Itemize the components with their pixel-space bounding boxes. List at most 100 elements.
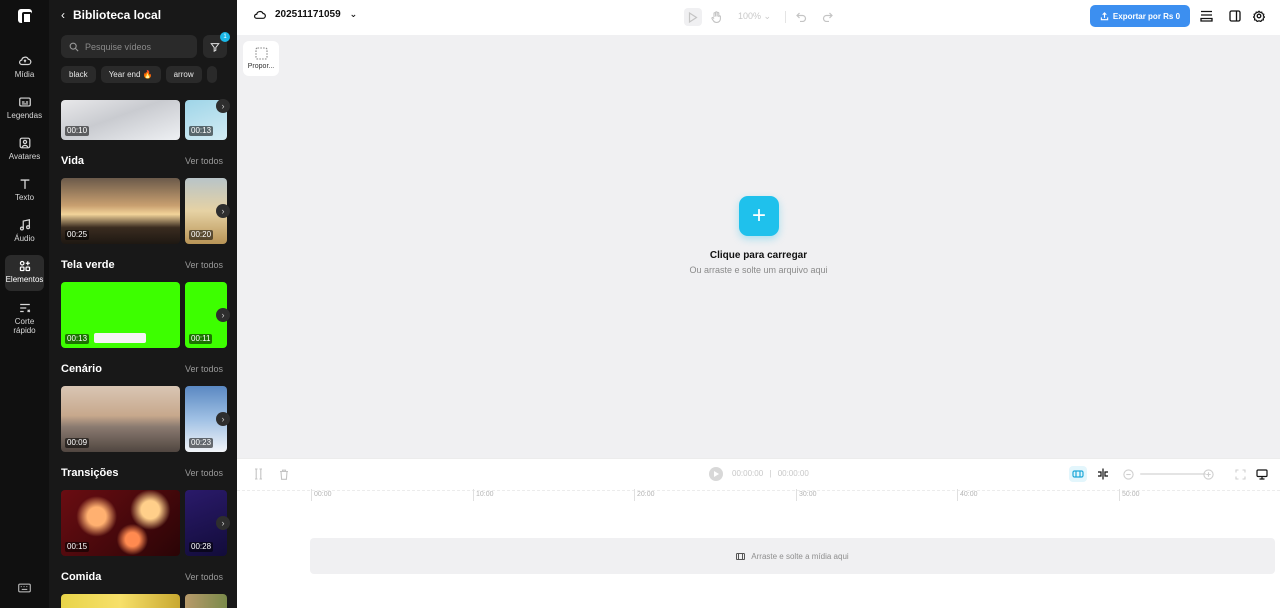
rail-item-avatars[interactable]: Avatares <box>5 132 44 168</box>
current-time: 00:00:00 <box>732 469 764 478</box>
music-icon <box>19 218 30 231</box>
carousel-next-icon[interactable]: › <box>216 99 230 113</box>
filter-icon <box>210 42 220 52</box>
export-icon <box>1100 11 1109 20</box>
search-input[interactable] <box>85 41 185 52</box>
video-thumbnail[interactable] <box>185 594 227 608</box>
zoom-in-icon[interactable] <box>1199 466 1217 482</box>
timeline-zoom-slider[interactable] <box>1140 473 1206 475</box>
rail-item-audio[interactable]: Áudio <box>5 214 44 250</box>
section-title-cenario: Cenário <box>61 363 102 375</box>
text-icon <box>20 179 29 189</box>
tag-chip[interactable]: Year end 🔥 <box>100 66 161 83</box>
top-bar: 202511171059 ⌄ 100% ⌄ Exportar por Rs 0 <box>237 0 1280 35</box>
scissors-icon <box>19 303 30 313</box>
left-rail: Mídia Legendas Avatares Texto Áudio Elem… <box>0 0 49 608</box>
carousel-next-icon[interactable]: › <box>216 204 230 218</box>
rail-item-text[interactable]: Texto <box>5 173 44 209</box>
video-thumbnail[interactable]: 00:15 <box>61 490 180 556</box>
section-title-vida: Vida <box>61 155 85 167</box>
split-screen-icon[interactable] <box>1094 466 1112 482</box>
rail-label: Texto <box>14 193 35 202</box>
video-duration: 00:28 <box>189 542 214 552</box>
rail-label: Legendas <box>6 111 43 120</box>
rail-label: Corte rápido <box>13 317 36 335</box>
video-thumbnail[interactable]: 00:10 <box>61 100 180 140</box>
section-title-tela-verde: Tela verde <box>61 259 115 271</box>
cloud-upload-icon <box>18 56 31 66</box>
fit-screen-icon[interactable] <box>1231 466 1249 482</box>
video-thumbnail[interactable] <box>61 594 180 608</box>
canvas-area[interactable]: Propor... + Clique para carregar Ou arra… <box>237 35 1280 458</box>
split-icon[interactable] <box>252 468 264 480</box>
keyboard-icon[interactable] <box>18 583 31 593</box>
settings-gear-icon[interactable] <box>1251 8 1267 24</box>
auto-snap-toggle[interactable] <box>1069 466 1087 482</box>
aspect-ratio-button[interactable]: Propor... <box>243 41 279 76</box>
tag-chip-more[interactable] <box>206 66 217 83</box>
video-duration: 00:15 <box>65 542 90 552</box>
hand-tool-icon[interactable] <box>707 8 725 26</box>
ruler-tick: 20:00 <box>634 489 655 501</box>
play-button[interactable] <box>709 467 723 481</box>
layers-icon[interactable] <box>1198 8 1214 24</box>
cloud-icon <box>253 10 266 19</box>
rail-item-media[interactable]: Mídia <box>5 50 44 86</box>
ruler-tick: 10:00 <box>473 489 494 501</box>
time-separator: | <box>769 469 772 478</box>
upload-plus-button[interactable]: + <box>739 196 779 236</box>
rail-item-quick-cut[interactable]: Corte rápido <box>5 297 44 341</box>
captions-icon <box>18 97 31 107</box>
thumbnail-ui-overlay <box>94 333 146 343</box>
rail-label: Elementos <box>5 275 44 284</box>
zoom-dropdown[interactable]: 100% ⌄ <box>738 11 771 22</box>
time-ruler[interactable]: 00:00 10:00 20:00 30:00 40:00 50:00 <box>310 489 1280 505</box>
video-thumbnail[interactable]: 00:25 <box>61 178 180 244</box>
video-thumbnail[interactable]: 00:13 <box>61 282 180 348</box>
tag-chip[interactable]: arrow <box>165 66 202 83</box>
carousel-next-icon[interactable]: › <box>216 412 230 426</box>
back-arrow-icon[interactable]: ‹ <box>61 8 65 22</box>
upload-subtitle: Ou arraste e solte um arquivo aqui <box>689 265 828 275</box>
rail-item-captions[interactable]: Legendas <box>5 91 44 127</box>
zoom-out-icon[interactable] <box>1119 466 1137 482</box>
timecode: 00:00:00 | 00:00:00 <box>732 469 809 478</box>
video-duration: 00:11 <box>189 334 213 344</box>
video-thumbnail[interactable]: 00:09 <box>61 386 180 452</box>
carousel-next-icon[interactable]: › <box>216 308 230 322</box>
project-name: 202511171059 <box>275 9 341 20</box>
section-title-comida: Comida <box>61 571 102 583</box>
ruler-tick: 50:00 <box>1119 489 1140 501</box>
rail-label: Áudio <box>14 234 35 243</box>
redo-icon[interactable] <box>818 8 836 26</box>
chevron-down-icon: ⌄ <box>763 11 772 21</box>
media-drop-zone[interactable]: Arraste e solte a mídia aqui <box>310 538 1275 574</box>
video-duration: 00:13 <box>65 334 90 344</box>
project-title[interactable]: 202511171059 ⌄ <box>253 9 357 20</box>
select-tool-icon[interactable] <box>684 8 702 26</box>
total-time: 00:00:00 <box>777 469 809 478</box>
drop-zone-label: Arraste e solte a mídia aqui <box>751 551 849 561</box>
monitor-icon[interactable] <box>1253 466 1271 482</box>
aspect-ratio-label: Propor... <box>247 63 275 70</box>
export-button[interactable]: Exportar por Rs 0 <box>1090 5 1190 27</box>
see-all-link[interactable]: Ver todos <box>185 468 223 478</box>
delete-icon[interactable] <box>278 468 290 480</box>
carousel-next-icon[interactable]: › <box>216 516 230 530</box>
panel-layout-icon[interactable] <box>1227 8 1243 24</box>
upload-title: Clique para carregar <box>709 250 808 261</box>
video-duration: 00:20 <box>189 230 214 240</box>
see-all-link[interactable]: Ver todos <box>185 572 223 582</box>
ruler-tick: 30:00 <box>796 489 817 501</box>
tag-chip[interactable]: black <box>61 66 96 83</box>
see-all-link[interactable]: Ver todos <box>185 260 223 270</box>
undo-icon[interactable] <box>792 8 810 26</box>
see-all-link[interactable]: Ver todos <box>185 364 223 374</box>
filter-count-badge: 1 <box>220 32 230 42</box>
app-logo-icon[interactable] <box>18 9 32 24</box>
elements-icon <box>19 260 30 272</box>
rail-item-elements[interactable]: Elementos <box>5 255 44 291</box>
see-all-link[interactable]: Ver todos <box>185 156 223 166</box>
library-panel: ‹ Biblioteca local 1 black Year end 🔥 ar… <box>49 0 237 608</box>
zoom-level: 100% <box>738 11 762 21</box>
